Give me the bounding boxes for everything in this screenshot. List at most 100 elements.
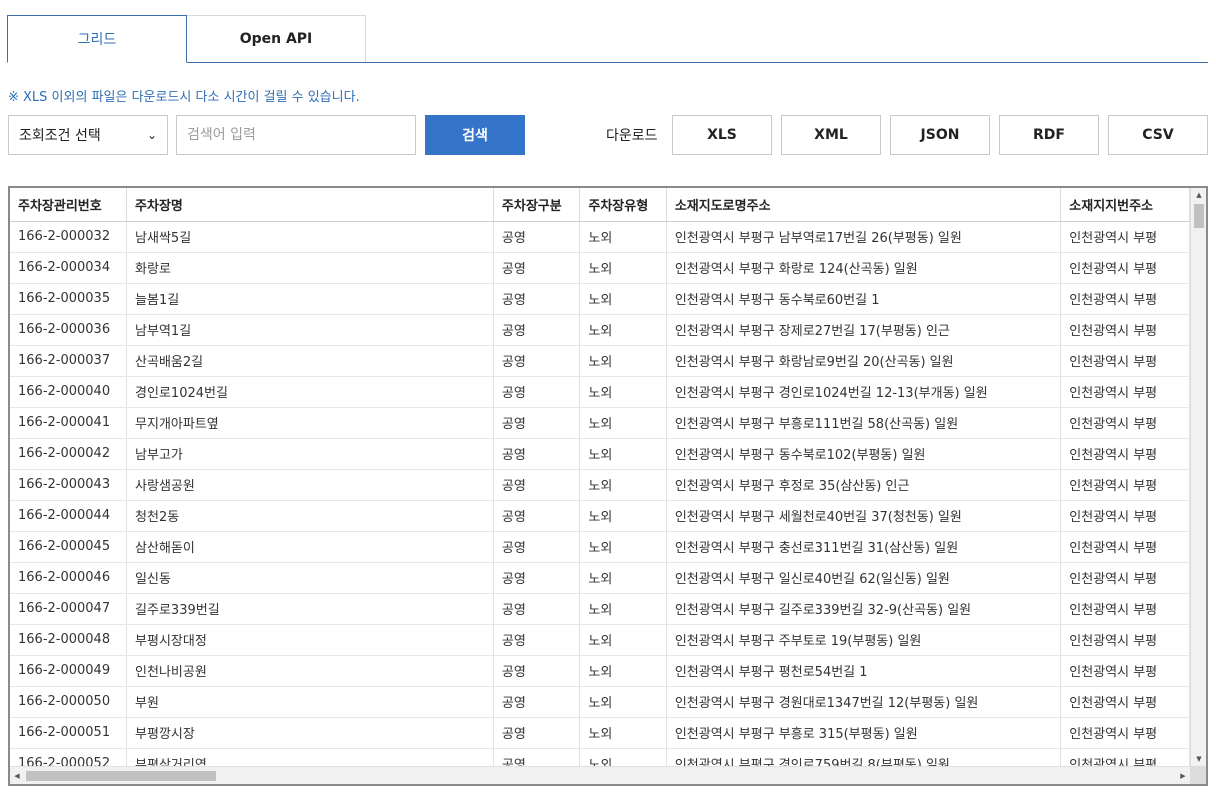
tab-grid[interactable]: 그리드 [7,15,187,63]
table-cell: 청천2동 [126,500,494,532]
table-cell: 공영 [493,345,581,377]
table-cell: 길주로339번길 [126,593,494,625]
table-cell: 인천광역시 부평 [1060,283,1190,315]
table-cell: 공영 [493,624,581,656]
scrollbar-corner [1190,766,1206,784]
table-cell: 인천광역시 부평 [1060,221,1190,253]
vertical-scroll-thumb[interactable] [1194,204,1204,228]
table-cell: 166-2-000047 [10,593,128,625]
table-cell: 인천광역시 부평구 화랑로 124(산곡동) 일원 [666,252,1062,284]
table-row[interactable]: 166-2-000034 화랑로 공영 노외 인천광역시 부평구 화랑로 124(산곡동… [10,252,1190,284]
search-button[interactable]: 검색 [425,115,525,155]
table-cell: 166-2-000048 [10,624,128,656]
table-row[interactable]: 166-2-000035 늘봄1길 공영 노외 인천광역시 부평구 동수북로60번길 1… [10,283,1190,315]
table-row[interactable]: 166-2-000052 부평삼거리역 공영 노외 인천광역시 부평구 경인로759번길… [10,748,1190,766]
table-cell: 인천광역시 부평 [1060,748,1190,766]
table-cell: 166-2-000041 [10,407,128,439]
table-cell: 노외 [579,469,667,501]
table-cell: 166-2-000044 [10,500,128,532]
table-cell: 인천광역시 부평구 평천로54번길 1 [666,655,1062,687]
column-header[interactable]: 주차장구분 [493,188,581,222]
download-xml-button[interactable]: XML [781,115,881,155]
table-cell: 인천광역시 부평 [1060,686,1190,718]
table-cell: 공영 [493,407,581,439]
table-row[interactable]: 166-2-000044 청천2동 공영 노외 인천광역시 부평구 세월천로40번길 3… [10,500,1190,532]
table-row[interactable]: 166-2-000037 산곡배움2길 공영 노외 인천광역시 부평구 화랑남로9번길 … [10,345,1190,377]
table-row[interactable]: 166-2-000036 남부역1길 공영 노외 인천광역시 부평구 장제로27번길 1… [10,314,1190,346]
table-cell: 남부역1길 [126,314,494,346]
table-cell: 166-2-000050 [10,686,128,718]
table-cell: 노외 [579,593,667,625]
table-row[interactable]: 166-2-000042 남부고가 공영 노외 인천광역시 부평구 동수북로102(부평… [10,438,1190,470]
table-cell: 노외 [579,407,667,439]
table-cell: 노외 [579,438,667,470]
table-cell: 인천광역시 부평 [1060,500,1190,532]
arrow-up-icon[interactable]: ▲ [1191,188,1206,202]
search-input[interactable] [176,115,416,155]
table-cell: 노외 [579,345,667,377]
table-cell: 산곡배움2길 [126,345,494,377]
table-cell: 166-2-000042 [10,438,128,470]
table-cell: 166-2-000036 [10,314,128,346]
table-cell: 부원 [126,686,494,718]
table-cell: 인천광역시 부평 [1060,469,1190,501]
horizontal-scroll-thumb[interactable] [26,771,216,781]
table-cell: 노외 [579,283,667,315]
table-cell: 공영 [493,469,581,501]
column-header[interactable]: 소재지지번주소 [1060,188,1190,222]
table-cell: 인천나비공원 [126,655,494,687]
tab-bar-underline [7,62,1208,63]
arrow-down-icon[interactable]: ▼ [1191,752,1206,766]
download-xls-button[interactable]: XLS [672,115,772,155]
table-row[interactable]: 166-2-000043 사랑샘공원 공영 노외 인천광역시 부평구 후정로 35(삼산… [10,469,1190,501]
table-cell: 사랑샘공원 [126,469,494,501]
table-cell: 공영 [493,686,581,718]
arrow-right-icon[interactable]: ▶ [1176,767,1190,784]
table-cell: 인천광역시 부평 [1060,407,1190,439]
table-row[interactable]: 166-2-000041 무지개아파트옆 공영 노외 인천광역시 부평구 부흥로111번… [10,407,1190,439]
table-cell: 166-2-000040 [10,376,128,408]
table-cell: 노외 [579,748,667,766]
table-cell: 166-2-000045 [10,531,128,563]
table-cell: 인천광역시 부평구 남부역로17번길 26(부평동) 일원 [666,221,1062,253]
table-cell: 166-2-000043 [10,469,128,501]
table-cell: 인천광역시 부평 [1060,345,1190,377]
table-row[interactable]: 166-2-000046 일신동 공영 노외 인천광역시 부평구 일신로40번길 62(… [10,562,1190,594]
table-row[interactable]: 166-2-000040 경인로1024번길 공영 노외 인천광역시 부평구 경인로10… [10,376,1190,408]
table-cell: 인천광역시 부평구 후정로 35(삼산동) 인근 [666,469,1062,501]
table-cell: 공영 [493,283,581,315]
table-row[interactable]: 166-2-000045 삼산해돋이 공영 노외 인천광역시 부평구 충선로311번길 … [10,531,1190,563]
table-cell: 166-2-000034 [10,252,128,284]
table-cell: 일신동 [126,562,494,594]
table-cell: 화랑로 [126,252,494,284]
table-cell: 노외 [579,500,667,532]
download-csv-button[interactable]: CSV [1108,115,1208,155]
table-cell: 인천광역시 부평구 동수북로102(부평동) 일원 [666,438,1062,470]
download-label: 다운로드 [606,128,658,144]
table-row[interactable]: 166-2-000049 인천나비공원 공영 노외 인천광역시 부평구 평천로54번길 … [10,655,1190,687]
table-row[interactable]: 166-2-000048 부평시장대정 공영 노외 인천광역시 부평구 주부토로 19(… [10,624,1190,656]
column-header[interactable]: 주차장유형 [579,188,667,222]
column-header[interactable]: 주차장관리번호 [10,188,128,222]
table-row[interactable]: 166-2-000032 남새싹5길 공영 노외 인천광역시 부평구 남부역로17번길 … [10,221,1190,253]
download-json-button[interactable]: JSON [890,115,990,155]
search-condition-select[interactable]: 조회조건 선택 ⌄ [8,115,168,155]
search-toolbar: 조회조건 선택 ⌄ 검색 다운로드 XLS XML JSON RDF CSV [8,115,1208,155]
column-header[interactable]: 소재지도로명주소 [666,188,1062,222]
column-header[interactable]: 주차장명 [126,188,494,222]
parking-table: 주차장관리번호 주차장명 주차장구분 주차장유형 소재지도로명주소 소재지지번주… [10,188,1190,766]
table-cell: 인천광역시 부평구 동수북로60번길 1 [666,283,1062,315]
vertical-scrollbar[interactable]: ▲ ▼ [1190,188,1206,766]
table-row[interactable]: 166-2-000047 길주로339번길 공영 노외 인천광역시 부평구 길주로339… [10,593,1190,625]
table-row[interactable]: 166-2-000050 부원 공영 노외 인천광역시 부평구 경원대로1347번길 1… [10,686,1190,718]
table-row[interactable]: 166-2-000051 부평깡시장 공영 노외 인천광역시 부평구 부흥로 315(부… [10,717,1190,749]
arrow-left-icon[interactable]: ◀ [10,767,24,784]
table-cell: 공영 [493,593,581,625]
table-cell: 166-2-000035 [10,283,128,315]
table-cell: 166-2-000052 [10,748,128,766]
horizontal-scrollbar[interactable]: ◀ ▶ [10,766,1190,784]
table-cell: 공영 [493,500,581,532]
table-cell: 인천광역시 부평 [1060,593,1190,625]
download-rdf-button[interactable]: RDF [999,115,1099,155]
tab-open-api[interactable]: Open API [186,15,366,62]
